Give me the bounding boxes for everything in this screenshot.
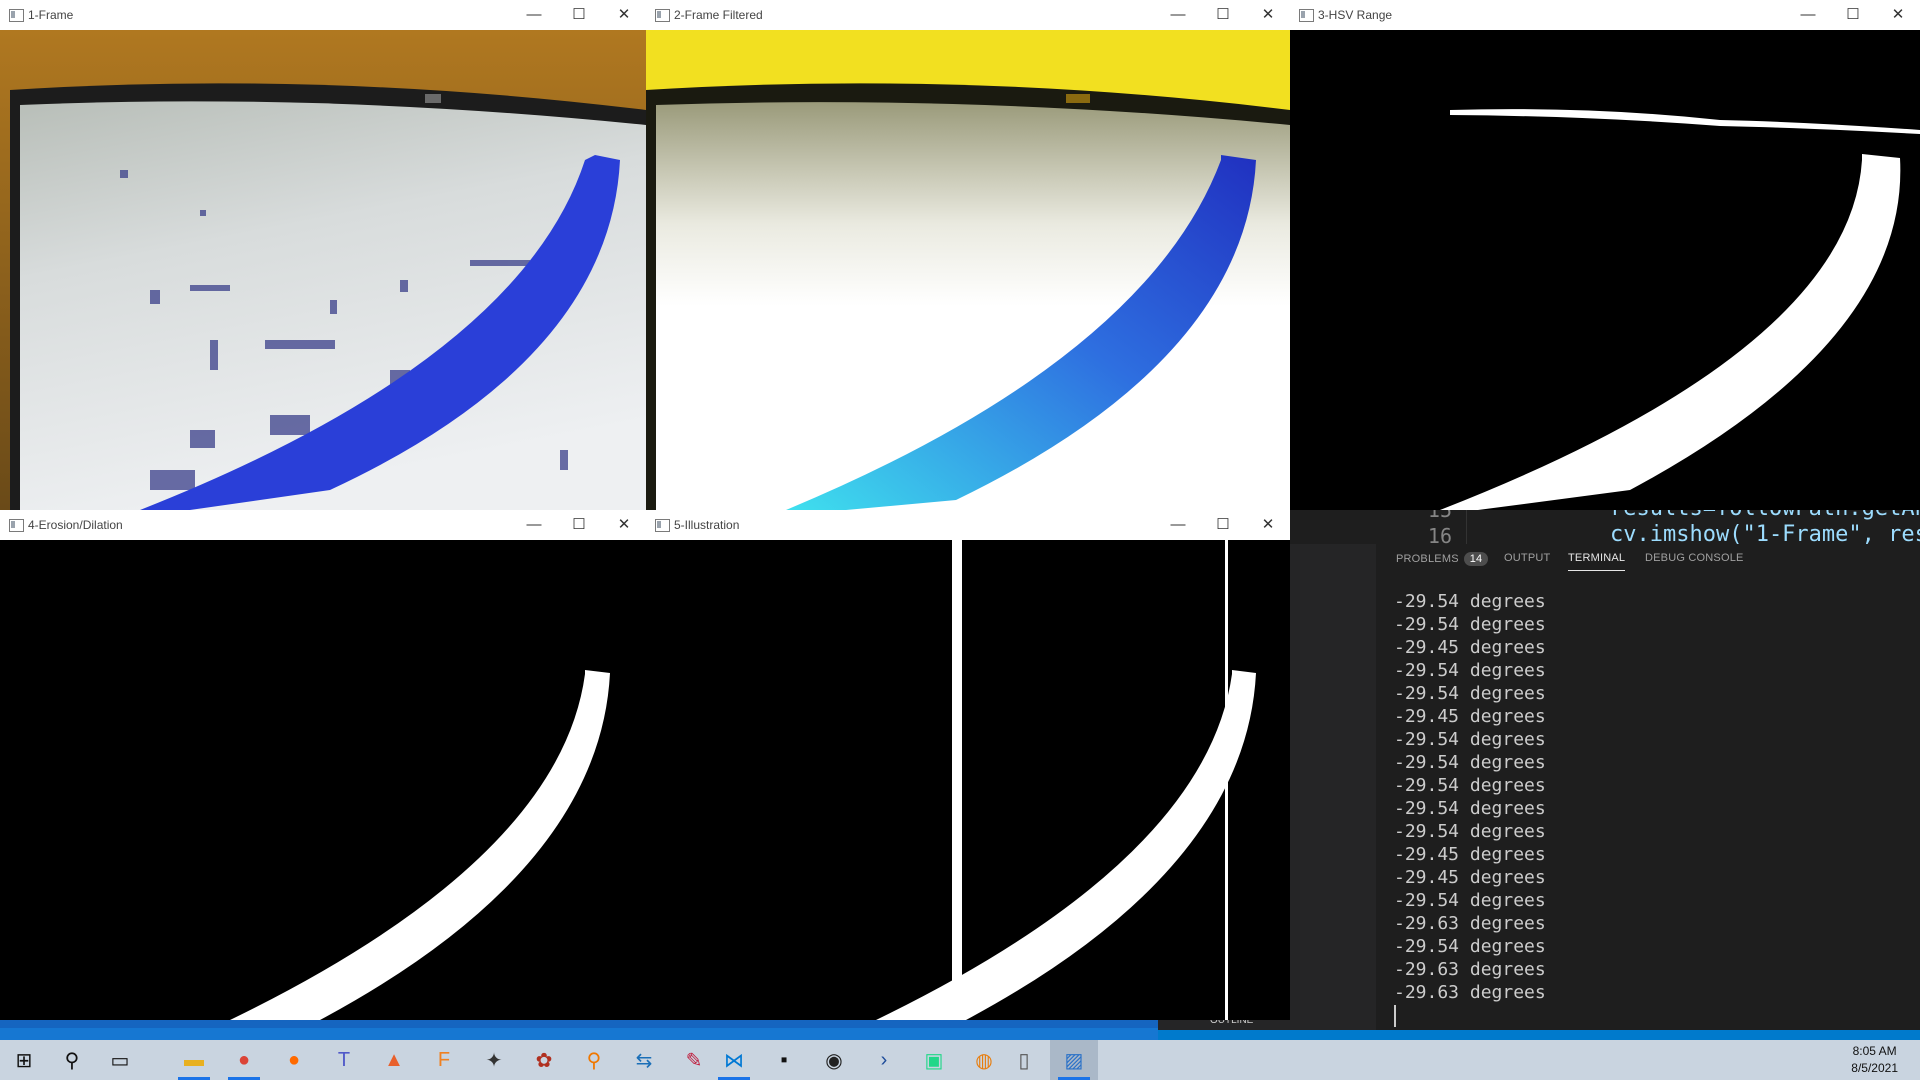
terminal-line: -29.54 degrees xyxy=(1394,752,1546,773)
taskbar: ⊞ ⚲ ▭ ▬ ● ● T ▲ F ✦ ✿ ⚲ ⇆ ✎ ⋈ ▪ ◉ › ▣ ◍ ▯ ▨ 8:05 AM 8/5/2021 xyxy=(0,1040,1920,1080)
close-button[interactable]: ✕ xyxy=(1246,2,1290,28)
terminal-line: -29.54 degrees xyxy=(1394,798,1546,819)
maximize-button[interactable]: ☐ xyxy=(557,512,601,538)
terminal-game-icon[interactable]: ✦ xyxy=(470,1040,518,1080)
powershell-icon[interactable]: › xyxy=(860,1040,908,1080)
code-line[interactable]: cv.imshow("1-Frame", result xyxy=(1610,522,1920,544)
frame-image xyxy=(0,30,646,510)
fusion-icon[interactable]: F xyxy=(420,1040,468,1080)
tab-problems[interactable]: PROBLEMS 14 xyxy=(1396,552,1489,566)
title-bar[interactable]: 2-Frame Filtered — ☐ ✕ xyxy=(646,0,1290,30)
minimize-button[interactable]: — xyxy=(1156,512,1200,538)
window-title: 5-Illustration xyxy=(674,518,740,532)
close-button[interactable]: ✕ xyxy=(602,2,646,28)
close-button[interactable]: ✕ xyxy=(1246,512,1290,538)
hsv-mask-image xyxy=(1290,30,1920,510)
clock-time: 8:05 AM xyxy=(1852,1044,1897,1058)
filtered-image xyxy=(646,30,1290,510)
windows-start-icon[interactable]: ⊞ xyxy=(0,1040,48,1080)
minimize-button[interactable]: — xyxy=(512,2,556,28)
minimize-button[interactable]: — xyxy=(1786,2,1830,28)
tab-terminal[interactable]: TERMINAL xyxy=(1568,552,1626,571)
title-bar[interactable]: 3-HSV Range — ☐ ✕ xyxy=(1290,0,1920,30)
maximize-button[interactable]: ☐ xyxy=(557,2,601,28)
terminal-line: -29.54 degrees xyxy=(1394,614,1546,635)
window-app-icon xyxy=(1299,9,1314,22)
notepad-icon[interactable]: ▯ xyxy=(1000,1040,1048,1080)
terminal-line: -29.54 degrees xyxy=(1394,683,1546,704)
search-icon[interactable]: ⚲ xyxy=(48,1040,96,1080)
window-frame-filtered[interactable]: 2-Frame Filtered — ☐ ✕ xyxy=(646,0,1290,510)
clock-date: 8/5/2021 xyxy=(1851,1061,1898,1075)
pycharm-icon[interactable]: ▣ xyxy=(910,1040,958,1080)
maximize-button[interactable]: ☐ xyxy=(1201,2,1245,28)
terminal-line: -29.63 degrees xyxy=(1394,959,1546,980)
fritzing-icon[interactable]: ✿ xyxy=(520,1040,568,1080)
obs-icon[interactable]: ◉ xyxy=(810,1040,858,1080)
terminal-line: -29.54 degrees xyxy=(1394,660,1546,681)
terminal-line: -29.54 degrees xyxy=(1394,729,1546,750)
window-app-icon xyxy=(655,519,670,532)
close-button[interactable]: ✕ xyxy=(1876,2,1920,28)
vscode-sidebar xyxy=(1290,544,1376,1032)
window-hsv-range[interactable]: 3-HSV Range — ☐ ✕ xyxy=(1290,0,1920,510)
line-gutter: 15 16 xyxy=(1376,510,1467,544)
file-explorer-icon[interactable]: ▬ xyxy=(170,1040,218,1080)
terminal-line: -29.54 degrees xyxy=(1394,936,1546,957)
minimize-button[interactable]: — xyxy=(512,512,556,538)
window-app-icon xyxy=(9,9,24,22)
firefox-icon[interactable]: ● xyxy=(270,1040,318,1080)
photos-icon[interactable]: ▨ xyxy=(1050,1040,1098,1080)
minimize-button[interactable]: — xyxy=(1156,2,1200,28)
problems-count-badge: 14 xyxy=(1463,552,1489,566)
task-view-icon[interactable]: ▭ xyxy=(96,1040,144,1080)
code-line[interactable]: results=followPath.getAngle xyxy=(1610,510,1920,521)
terminal-line: -29.45 degrees xyxy=(1394,844,1546,865)
search-app-icon[interactable]: ⚲ xyxy=(570,1040,618,1080)
vscode-editor[interactable]: 15 16 results=followPath.getAngle cv.ims… xyxy=(1290,510,1920,544)
window-title: 1-Frame xyxy=(28,8,74,22)
terminal-line: -29.54 degrees xyxy=(1394,890,1546,911)
tab-debug-console[interactable]: DEBUG CONSOLE xyxy=(1645,552,1744,564)
terminal-line: -29.54 degrees xyxy=(1394,775,1546,796)
close-button[interactable]: ✕ xyxy=(602,512,646,538)
erosion-dilation-image xyxy=(0,540,646,1020)
system-clock[interactable]: 8:05 AM 8/5/2021 xyxy=(1851,1043,1898,1077)
window-app-icon xyxy=(9,519,24,532)
illustration-image xyxy=(646,540,1290,1020)
teams-icon[interactable]: T xyxy=(320,1040,368,1080)
title-bar[interactable]: 5-Illustration — ☐ ✕ xyxy=(646,510,1290,540)
title-bar[interactable]: 4-Erosion/Dilation — ☐ ✕ xyxy=(0,510,646,540)
window-frame[interactable]: 1-Frame — ☐ ✕ xyxy=(0,0,646,510)
maximize-button[interactable]: ☐ xyxy=(1831,2,1875,28)
window-title: 3-HSV Range xyxy=(1318,8,1393,22)
status-bar xyxy=(1158,1030,1920,1040)
window-erosion-dilation[interactable]: 4-Erosion/Dilation — ☐ ✕ xyxy=(0,510,646,1020)
window-illustration[interactable]: 5-Illustration — ☐ ✕ xyxy=(646,510,1290,1020)
line-number: 15 xyxy=(1427,510,1452,522)
terminal-line: -29.63 degrees xyxy=(1394,913,1546,934)
terminal-output[interactable]: -29.54 degrees -29.54 degrees -29.45 degre… xyxy=(1394,590,1914,1020)
terminal-line: -29.45 degrees xyxy=(1394,867,1546,888)
panel-tabs: PROBLEMS 14 OUTPUT TERMINAL DEBUG CONSOLE xyxy=(1376,544,1920,574)
vscode-insiders-icon[interactable]: ⇆ xyxy=(620,1040,668,1080)
chrome-icon[interactable]: ● xyxy=(220,1040,268,1080)
maximize-button[interactable]: ☐ xyxy=(1201,512,1245,538)
line-number: 16 xyxy=(1427,524,1452,544)
title-bar[interactable]: 1-Frame — ☐ ✕ xyxy=(0,0,646,30)
window-title: 2-Frame Filtered xyxy=(674,8,763,22)
terminal-line: -29.45 degrees xyxy=(1394,706,1546,727)
tab-output[interactable]: OUTPUT xyxy=(1504,552,1550,564)
terminal-line: -29.54 degrees xyxy=(1394,821,1546,842)
matlab-icon[interactable]: ▲ xyxy=(370,1040,418,1080)
vscode-icon[interactable]: ⋈ xyxy=(710,1040,758,1080)
terminal-line: -29.63 degrees xyxy=(1394,982,1546,1003)
terminal-cursor xyxy=(1394,1005,1396,1027)
terminal-line: -29.45 degrees xyxy=(1394,637,1546,658)
terminal-line: -29.54 degrees xyxy=(1394,591,1546,612)
window-title: 4-Erosion/Dilation xyxy=(28,518,123,532)
window-app-icon xyxy=(655,9,670,22)
cmd-icon[interactable]: ▪ xyxy=(760,1040,808,1080)
